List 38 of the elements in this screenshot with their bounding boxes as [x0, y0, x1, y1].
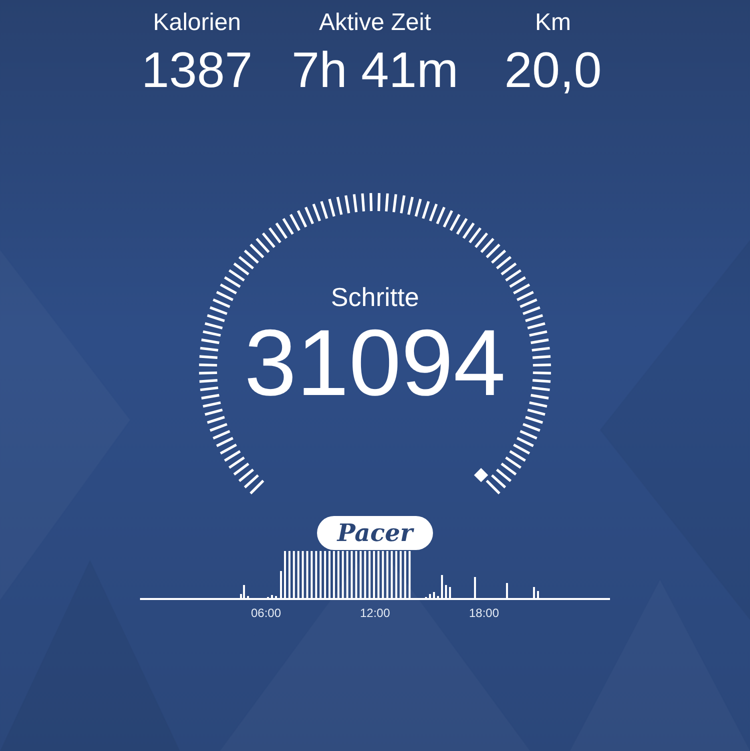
activity-bar: [337, 551, 340, 599]
activity-bar: [288, 551, 290, 599]
activity-bar: [332, 551, 335, 599]
time-axis-label: 18:00: [468, 606, 500, 620]
activity-bar: [408, 551, 411, 599]
activity-bar: [350, 551, 353, 599]
step-count: 31094: [244, 313, 506, 413]
activity-bar: [342, 551, 344, 599]
activity-bar: [395, 551, 398, 599]
activity-bar: [346, 551, 348, 599]
activity-bar: [310, 551, 313, 599]
stat-value: 7h 41m: [292, 41, 458, 100]
activity-bar: [355, 551, 358, 599]
activity-bar: [292, 551, 295, 599]
activity-bar: [360, 551, 362, 599]
activity-bar: [390, 551, 393, 599]
activity-bar: [315, 551, 318, 599]
time-axis-label: 06:00: [250, 606, 282, 620]
activity-bar: [368, 551, 371, 599]
activity-bar: [306, 551, 308, 599]
activity-bar: [404, 551, 406, 599]
activity-bar: [400, 551, 402, 599]
activity-bar: [386, 551, 388, 599]
activity-bar: [382, 551, 384, 599]
activity-bar: [364, 551, 366, 599]
stat-label: Km: [535, 8, 571, 38]
stat-value: 20,0: [504, 41, 602, 100]
activity-bar: [324, 551, 326, 599]
activity-bar: [302, 551, 304, 599]
stat-label: Kalorien: [152, 8, 242, 38]
activity-bar: [377, 551, 380, 599]
time-axis-label: 12:00: [360, 606, 390, 620]
logo-badge: Pacer: [317, 516, 433, 550]
stat-label: Aktive Zeit: [318, 8, 432, 38]
activity-bar: [320, 551, 322, 599]
stat-value: 1387: [141, 41, 253, 100]
gauge-label: Schritte: [330, 281, 420, 313]
activity-bar: [297, 551, 300, 599]
